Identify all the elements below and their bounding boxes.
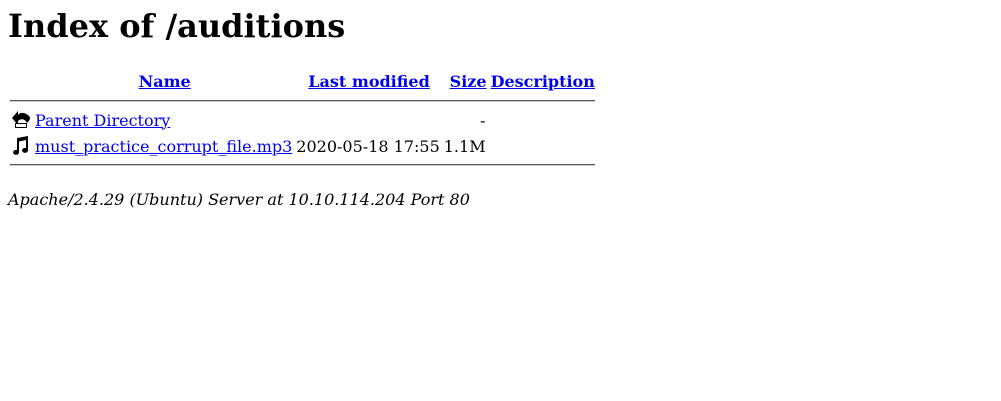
- parent-directory-link[interactable]: Parent Directory: [35, 111, 170, 130]
- row-description: [489, 108, 595, 132]
- separator-row: [10, 160, 595, 170]
- divider: [10, 100, 595, 102]
- row-size: 1.1M: [443, 136, 486, 156]
- description-column-header: Description: [489, 68, 595, 94]
- icon-column-header: [10, 68, 32, 94]
- file-link[interactable]: must_practice_corrupt_file.mp3: [35, 137, 292, 156]
- row-icon-cell: [10, 108, 32, 132]
- divider: [10, 164, 595, 166]
- name-column-header: Name: [34, 68, 293, 94]
- separator-row: [10, 96, 595, 106]
- row-last-modified: [295, 108, 440, 132]
- row-name-cell: must_practice_corrupt_file.mp3: [34, 134, 293, 158]
- row-icon-cell: [10, 134, 32, 158]
- row-size: -: [480, 110, 486, 130]
- table-row: Parent Directory -: [10, 108, 595, 132]
- row-last-modified: 2020-05-18 17:55: [296, 136, 440, 156]
- sort-by-last-modified-link[interactable]: Last modified: [308, 72, 429, 91]
- back-arrow-icon: [11, 109, 31, 131]
- page-title: Index of /auditions: [8, 7, 346, 45]
- sort-by-size-link[interactable]: Size: [450, 72, 487, 91]
- row-name-cell: Parent Directory: [34, 108, 293, 132]
- row-description: [489, 134, 595, 158]
- sort-by-name-link[interactable]: Name: [139, 72, 191, 91]
- file-table: Name Last modified Size Description Pare…: [8, 66, 597, 172]
- table-row: must_practice_corrupt_file.mp3 2020-05-1…: [10, 134, 595, 158]
- table-header-row: Name Last modified Size Description: [10, 68, 595, 94]
- size-column-header: Size: [443, 68, 487, 94]
- server-signature: Apache/2.4.29 (Ubuntu) Server at 10.10.1…: [8, 190, 470, 209]
- last-modified-column-header: Last modified: [295, 68, 440, 94]
- sort-by-description-link[interactable]: Description: [491, 72, 595, 91]
- music-note-icon: [11, 135, 31, 157]
